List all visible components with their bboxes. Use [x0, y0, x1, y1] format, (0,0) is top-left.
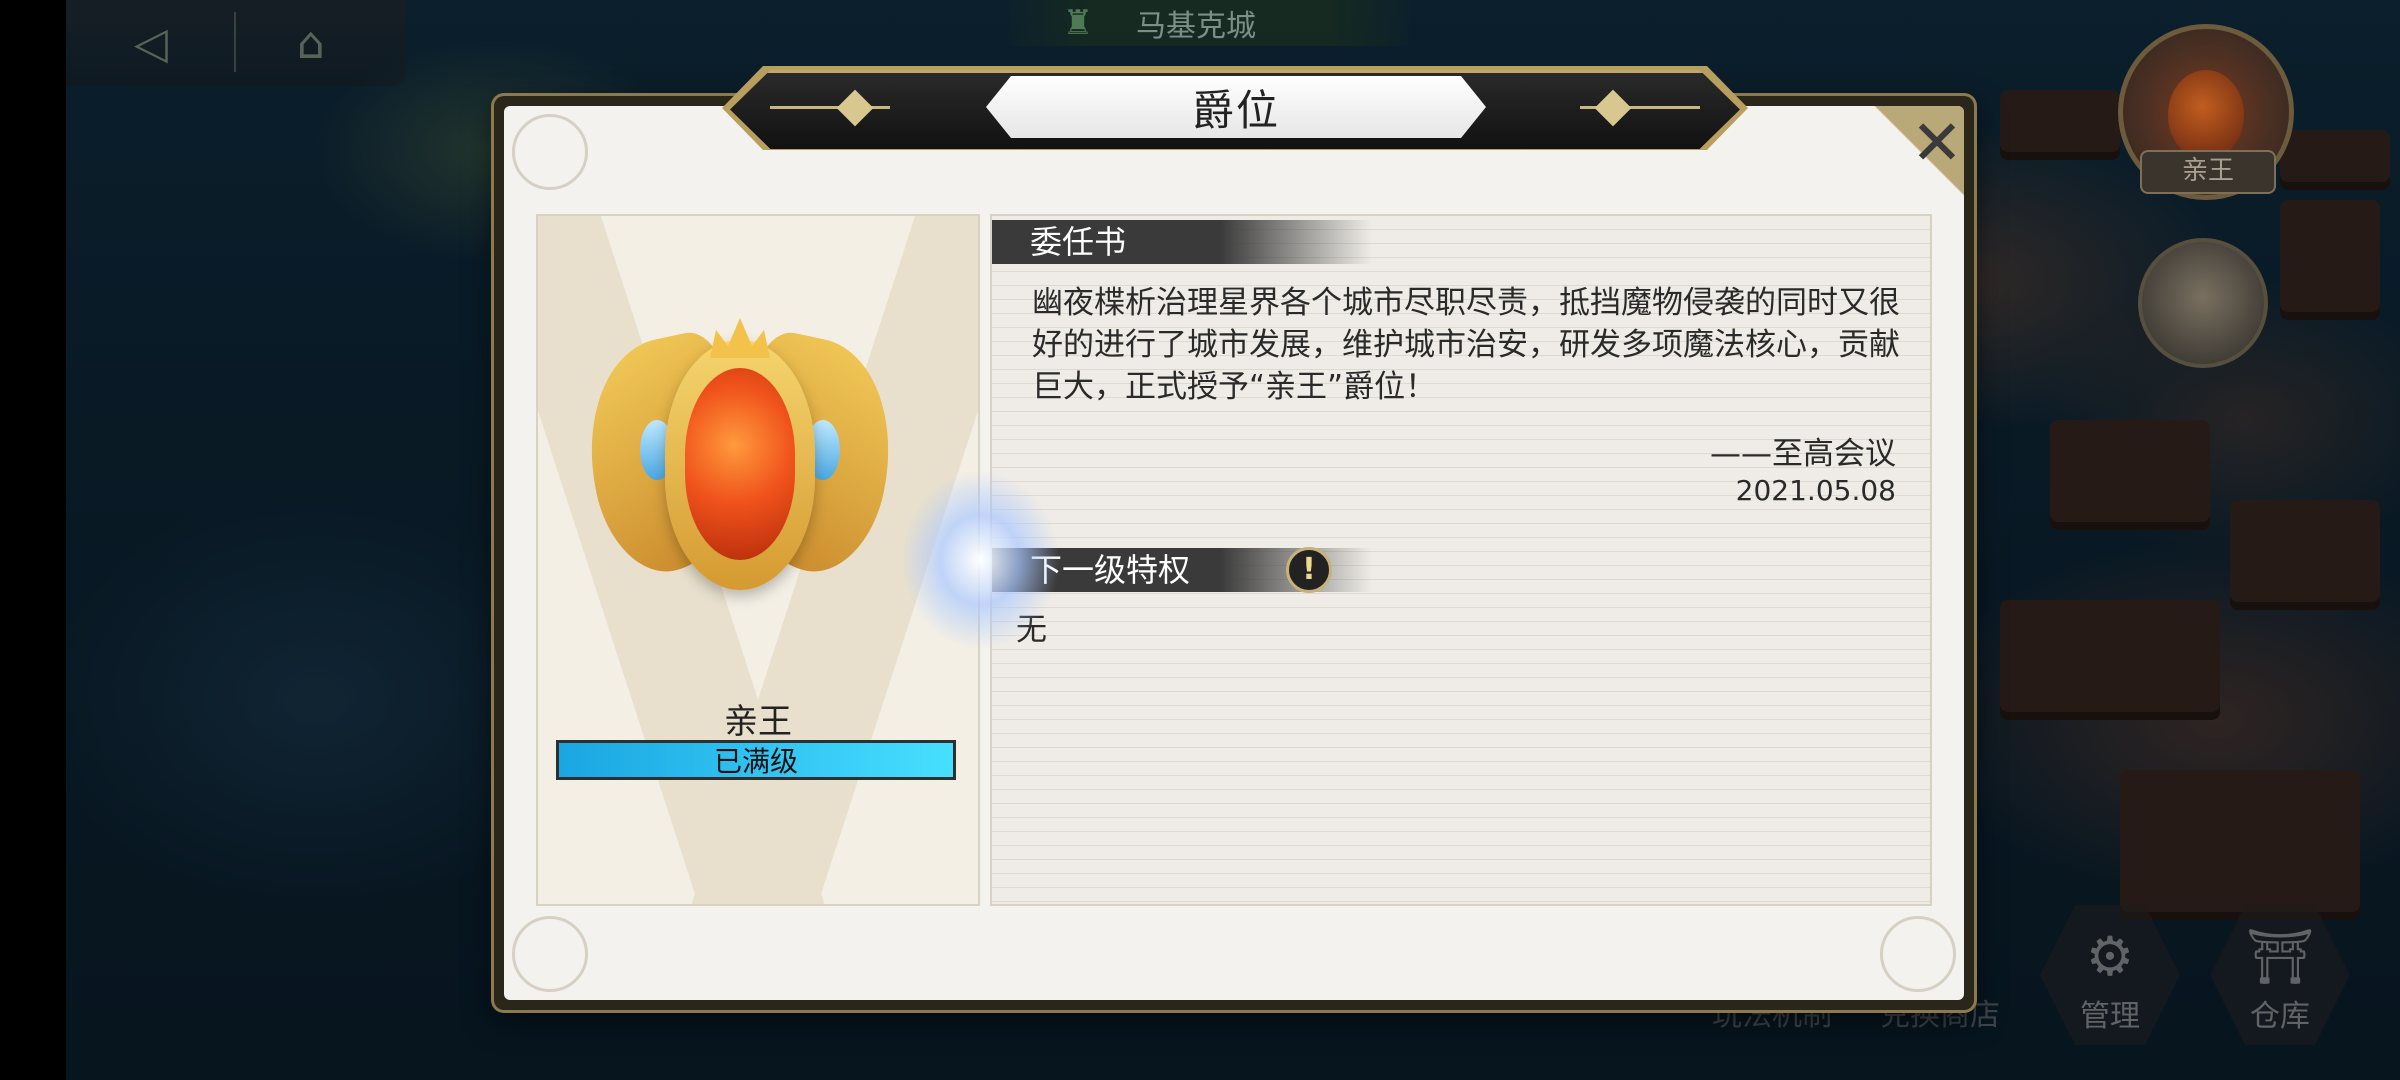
game-screen: ◁ ⌂ ♜ 马基克城 亲王 玩法机制 兑换商店 ⚙ 管理 ⛩ 仓库 爵位 ✕ 亲…	[0, 0, 2400, 1080]
rank-progress-bar: 已满级	[556, 740, 956, 780]
appointment-signature: ——至高会议	[1710, 436, 1896, 472]
corner-ornament	[512, 916, 588, 992]
top-navigation: ◁ ⌂	[66, 0, 406, 86]
rank-name: 亲王	[724, 702, 792, 742]
light-glow-effect	[900, 470, 1060, 650]
title-plate: 爵位	[986, 76, 1486, 138]
appointment-body: 幽夜楪析治理星界各个城市尽职尽责，抵挡魔物侵袭的同时又很好的进行了城市发展，维护…	[1032, 285, 1900, 405]
warehouse-icon: ⛩	[2245, 925, 2315, 988]
castle-icon: ♜	[1062, 3, 1094, 43]
gear-icon: ⚙	[2085, 925, 2135, 988]
rank-status: 已满级	[713, 745, 798, 778]
city-banner: ♜ 马基克城	[1010, 0, 1410, 46]
close-button[interactable]: ✕	[1902, 108, 1972, 178]
rank-progress-fill: 已满级	[559, 743, 953, 778]
rank-emblem-icon	[2168, 70, 2244, 160]
back-button[interactable]: ◁	[106, 8, 196, 78]
info-icon[interactable]: !	[1286, 547, 1332, 593]
home-button[interactable]: ⌂	[266, 8, 356, 78]
nav-divider	[234, 12, 236, 72]
corner-ornament	[1880, 916, 1956, 992]
rank-avatar-label: 亲王	[2140, 150, 2276, 194]
corner-ornament	[512, 114, 588, 190]
home-icon: ⌂	[297, 17, 325, 69]
emblem-gem	[685, 368, 795, 560]
city-name: 马基克城	[1136, 9, 1256, 44]
back-arrow-icon: ◁	[134, 17, 168, 69]
character-avatar-button[interactable]	[2138, 238, 2268, 368]
dialog-title: 爵位	[1191, 85, 1280, 135]
appointment-date: 2021.05.08	[1735, 474, 1896, 507]
appointment-header: 委任书	[992, 220, 1372, 264]
rank-emblem	[560, 300, 920, 620]
close-icon: ✕	[1911, 106, 1963, 179]
emblem-crown	[710, 318, 770, 358]
left-black-bar	[0, 0, 66, 1080]
